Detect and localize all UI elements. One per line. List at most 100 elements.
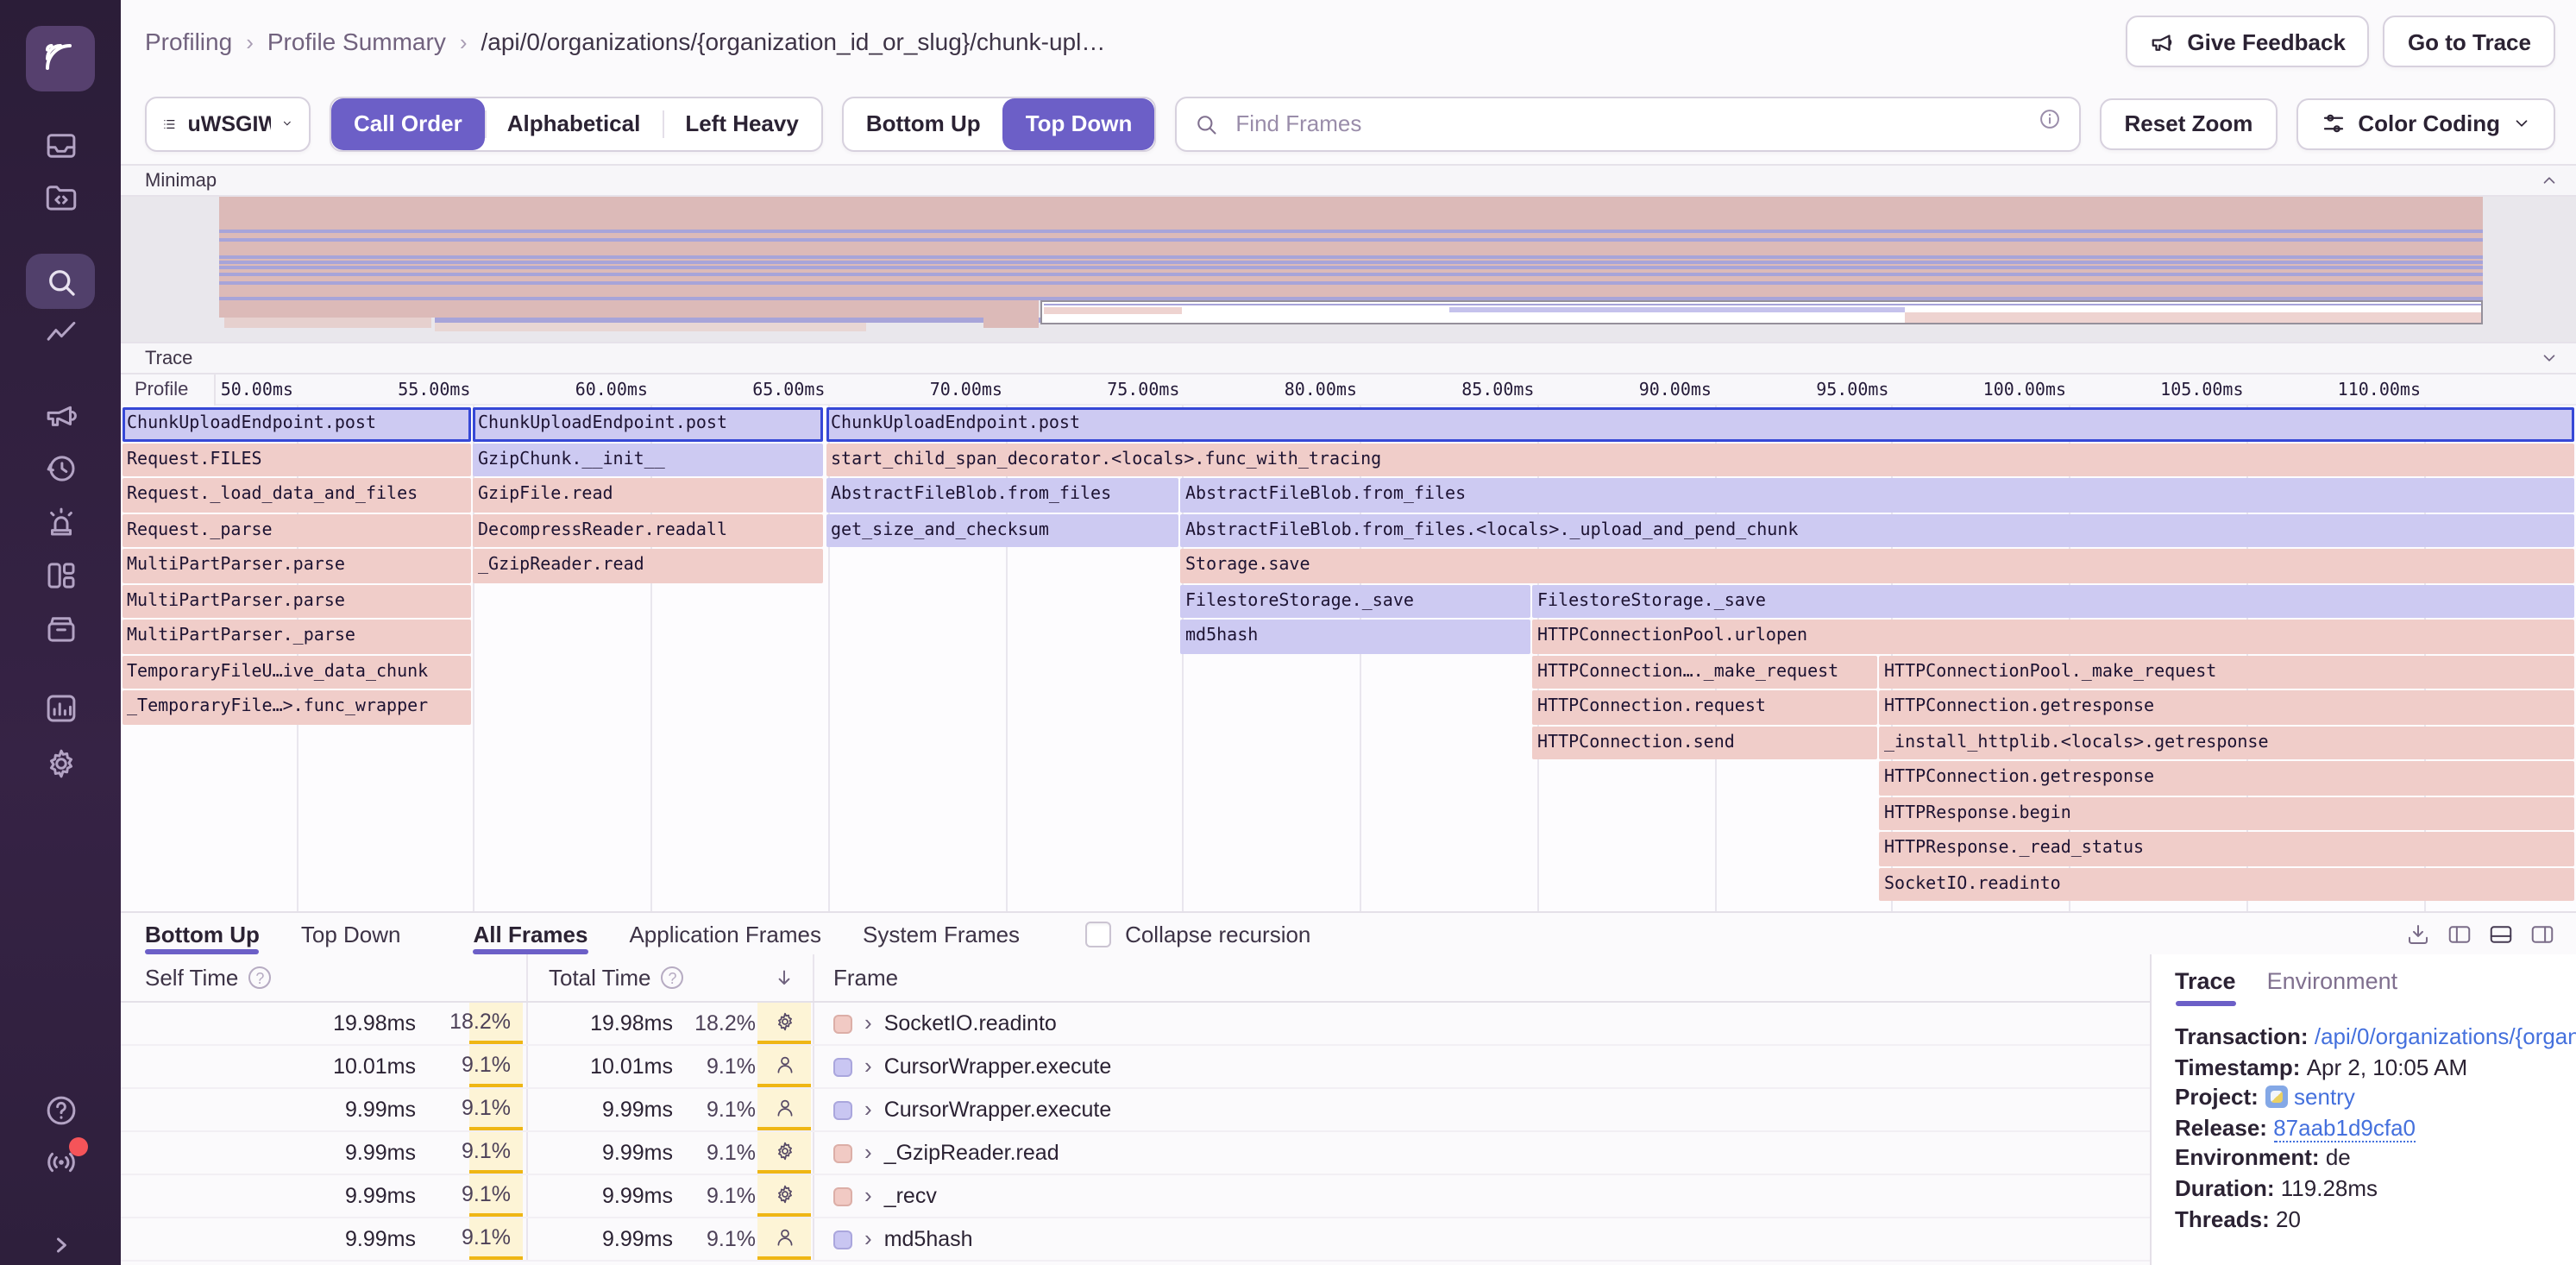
thread-selector[interactable]: uWSGIWor… [145,96,311,151]
sidebar-item-alerts[interactable] [0,495,121,547]
flame-frame[interactable]: _TemporaryFile…>.func_wrapper [122,690,470,724]
flame-frame[interactable]: AbstractFileBlob.from_files [826,478,1178,512]
flame-frame[interactable]: Request._load_data_and_files [122,478,470,512]
detail-value[interactable]: sentry [2294,1084,2355,1110]
tab-bottom-up[interactable]: Bottom Up [145,913,260,954]
flame-frame[interactable]: HTTPConnection.send [1532,726,1876,759]
give-feedback-button[interactable]: Give Feedback [2125,16,2370,67]
sidebar-item-feedback[interactable] [0,388,121,440]
flamegraph-canvas[interactable]: ChunkUploadEndpoint.postChunkUploadEndpo… [121,406,2576,911]
details-tab-environment[interactable]: Environment [2267,968,2398,1006]
frame-cell[interactable]: ›SocketIO.readinto [813,1003,1057,1044]
frame-cell[interactable]: ›CursorWrapper.execute [813,1089,1111,1130]
sidebar-item-explore[interactable] [26,254,95,309]
flame-frame[interactable]: _GzipReader.read [473,549,823,582]
tab-system-frames[interactable]: System Frames [863,913,1020,954]
sidebar-item-dashboards[interactable] [0,549,121,601]
flame-frame[interactable]: HTTPConnection.request [1532,690,1876,724]
minimap-canvas[interactable] [121,197,2576,342]
sort-option-left-heavy[interactable]: Left Heavy [663,98,821,149]
sidebar-item-insights[interactable] [0,307,121,359]
expand-chevron-icon[interactable]: › [864,1182,872,1208]
flame-frame[interactable]: _install_httplib.<locals>.getresponse [1879,726,2574,759]
flame-frame[interactable]: get_size_and_checksum [826,513,1178,547]
flame-frame[interactable]: HTTPConnection…._make_request [1532,655,1876,689]
sidebar-item-projects[interactable] [0,171,121,223]
flame-frame[interactable]: md5hash [1180,620,1530,653]
sidebar-item-help[interactable] [0,1084,121,1136]
sidebar-collapse[interactable] [0,1218,121,1265]
question-icon[interactable]: ? [662,966,684,989]
sort-option-alphabetical[interactable]: Alphabetical [485,98,663,149]
table-row[interactable]: 9.99ms9.1%9.99ms9.1%›_GzipReader.read [121,1132,2149,1175]
flame-frame[interactable]: start_child_span_decorator.<locals>.func… [826,443,2574,476]
details-tab-trace[interactable]: Trace [2175,968,2236,1006]
detail-value[interactable]: 87aab1d9cfa0 [2273,1115,2416,1142]
flame-frame[interactable]: MultiPartParser.parse [122,584,470,618]
frame-cell[interactable]: ›md5hash [813,1218,973,1260]
go-to-trace-button[interactable]: Go to Trace [2384,16,2555,67]
download-icon[interactable] [2405,921,2431,947]
flame-frame[interactable]: MultiPartParser._parse [122,620,470,653]
trace-header[interactable]: Trace [121,342,2576,374]
minimap-viewport[interactable] [1040,299,2482,324]
table-row[interactable]: 19.98ms18.2%19.98ms18.2%›SocketIO.readin… [121,1003,2149,1046]
flame-frame[interactable]: AbstractFileBlob.from_files.<locals>._up… [1180,513,2574,547]
flame-frame[interactable]: GzipChunk.__init__ [473,443,823,476]
frame-cell[interactable]: ›CursorWrapper.execute [813,1046,1111,1087]
table-row[interactable]: 9.99ms9.1%9.99ms9.1%›md5hash [121,1218,2149,1262]
table-row[interactable]: 9.99ms9.1%9.99ms9.1%›_recv [121,1175,2149,1218]
direction-option-top-down[interactable]: Top Down [1003,98,1155,149]
flame-frame[interactable]: FilestoreStorage._save [1532,584,2574,618]
sort-option-call-order[interactable]: Call Order [331,98,485,149]
breadcrumb-profile-summary[interactable]: Profile Summary [267,28,446,55]
flame-frame[interactable]: HTTPResponse.begin [1879,796,2574,830]
total-time-column-header[interactable]: Total Time? [549,954,684,1001]
frame-cell[interactable]: ›_GzipReader.read [813,1132,1059,1174]
flame-frame[interactable]: ChunkUploadEndpoint.post [826,407,2574,441]
chevron-down-icon[interactable] [2540,349,2559,368]
flame-frame[interactable]: HTTPResponse._read_status [1879,832,2574,865]
minimap-header[interactable]: Minimap [121,164,2576,197]
panel-bottom-icon[interactable] [2488,921,2514,947]
sentry-logo[interactable] [26,26,95,91]
flame-frame[interactable]: TemporaryFileU…ive_data_chunk [122,655,470,689]
flame-frame[interactable]: HTTPConnectionPool.urlopen [1532,620,2574,653]
flame-frame[interactable]: SocketIO.readinto [1879,867,2574,901]
reset-zoom-button[interactable]: Reset Zoom [2101,98,2278,149]
self-time-column-header[interactable]: Self Time? [145,954,271,1001]
flame-frame[interactable]: Storage.save [1180,549,2574,582]
flame-frame[interactable]: HTTPConnectionPool._make_request [1879,655,2574,689]
color-coding-dropdown[interactable]: Color Coding [2296,98,2555,149]
detail-value[interactable]: /api/0/organizations/{organ… [2315,1023,2576,1049]
expand-chevron-icon[interactable]: › [864,1010,872,1035]
flame-frame[interactable]: Request._parse [122,513,470,547]
flame-frame[interactable]: GzipFile.read [473,478,823,512]
info-icon[interactable] [2039,107,2063,140]
expand-chevron-icon[interactable]: › [864,1053,872,1079]
frame-cell[interactable]: ›_recv [813,1175,937,1217]
panel-left-icon[interactable] [2447,921,2472,947]
sidebar-item-whats-new[interactable] [0,1136,121,1187]
tab-application-frames[interactable]: Application Frames [629,913,821,954]
expand-chevron-icon[interactable]: › [864,1139,872,1165]
collapse-recursion-toggle[interactable]: Collapse recursion [1085,921,1310,947]
flame-frame[interactable]: ChunkUploadEndpoint.post [473,407,823,441]
flame-frame[interactable]: ChunkUploadEndpoint.post [122,407,470,441]
sidebar-item-issues[interactable] [0,119,121,171]
flame-frame[interactable]: AbstractFileBlob.from_files [1180,478,2574,512]
flame-frame[interactable]: FilestoreStorage._save [1180,584,1530,618]
flame-frame[interactable]: MultiPartParser.parse [122,549,470,582]
flame-frame[interactable]: HTTPConnection.getresponse [1879,761,2574,795]
sidebar-item-settings[interactable] [0,737,121,789]
breadcrumb-profiling[interactable]: Profiling [145,28,232,55]
sort-direction-icon[interactable] [773,954,795,1001]
panel-right-icon[interactable] [2529,921,2555,947]
sidebar-item-replays[interactable] [0,442,121,494]
flame-frame[interactable]: DecompressReader.readall [473,513,823,547]
expand-chevron-icon[interactable]: › [864,1225,872,1251]
sidebar-item-releases[interactable] [0,602,121,654]
search-input[interactable] [1232,109,2024,138]
tab-all-frames[interactable]: All Frames [474,913,588,954]
frame-column-header[interactable]: Frame [833,954,898,1001]
